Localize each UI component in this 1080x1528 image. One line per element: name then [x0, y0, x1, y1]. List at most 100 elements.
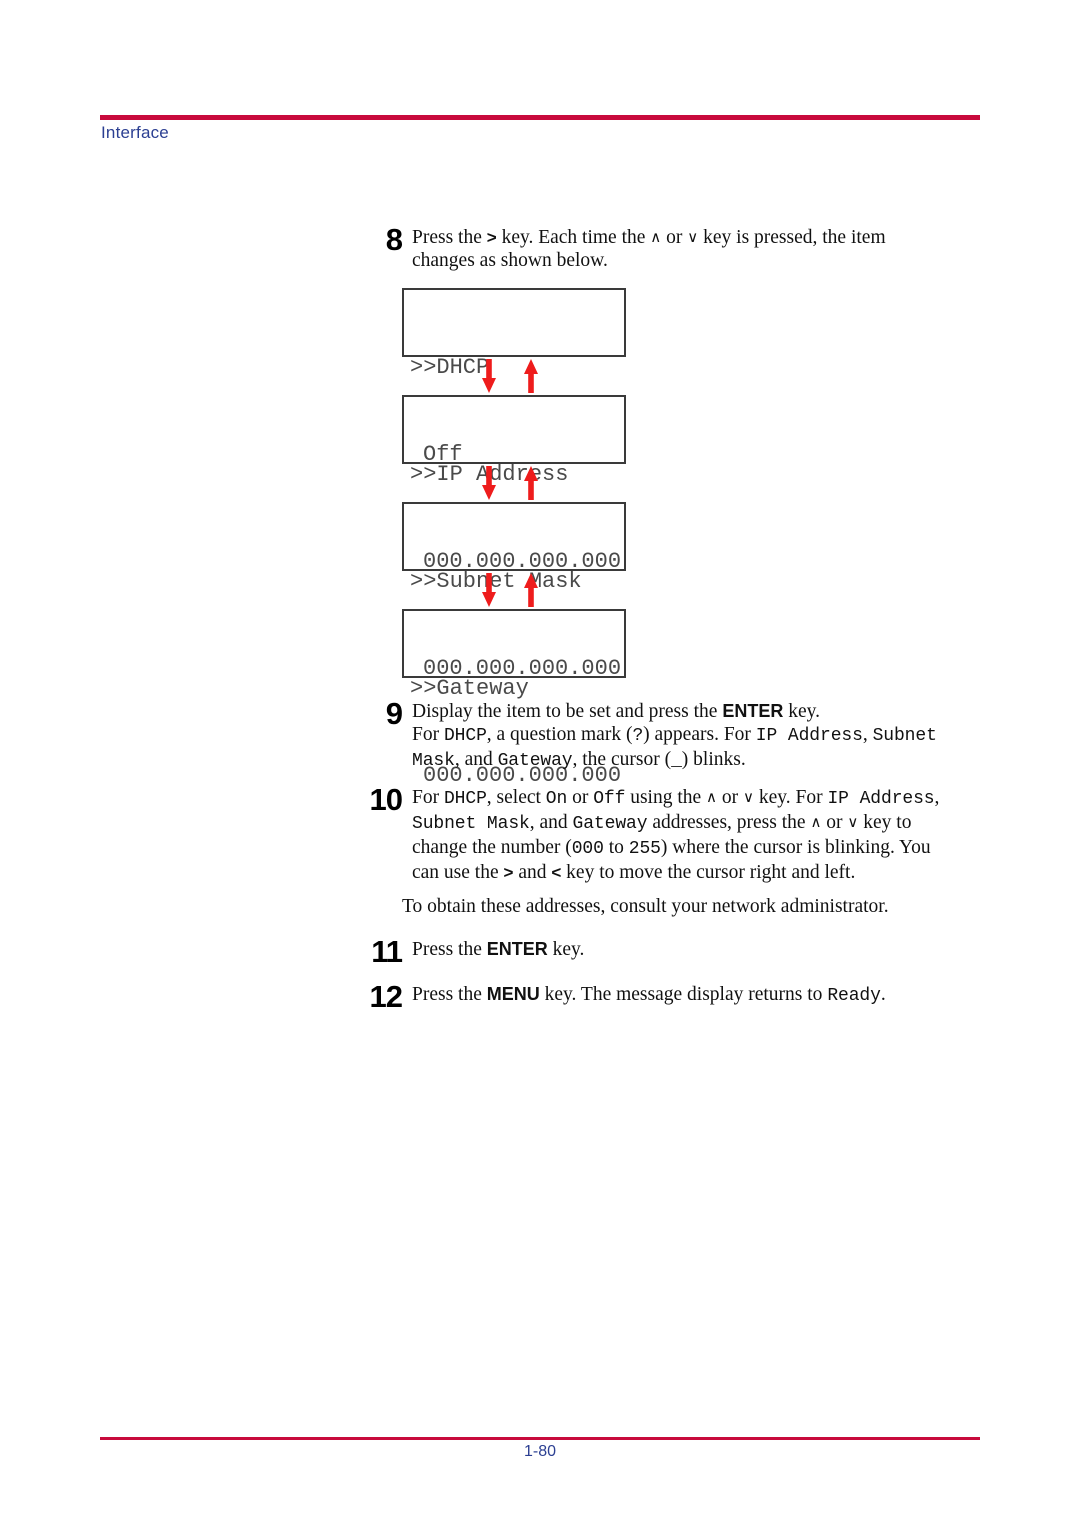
- lcd-screen-dhcp: >>DHCP Off: [402, 288, 626, 467]
- text-fragment: Press the: [412, 984, 487, 1005]
- step-12-number: 12: [369, 979, 403, 1014]
- step-11-number: 11: [371, 934, 403, 969]
- up-arrow-key-glyph: ∧: [706, 788, 718, 806]
- down-arrow-key-glyph: ∨: [847, 813, 859, 831]
- step-11-line-1: Press the ENTER key.: [412, 938, 1012, 961]
- down-arrow-key-glyph: ∨: [687, 228, 699, 246]
- step-12: 12 Press the MENU key. The message displ…: [346, 979, 1012, 1014]
- step-9-line-1: Display the item to be set and press the…: [412, 700, 1012, 723]
- arrow-pair-1: [402, 357, 626, 395]
- text-fragment: , select: [486, 787, 546, 808]
- step-10-line-3: change the number (000 to 255) where the…: [412, 836, 1012, 861]
- down-arrow-icon: [482, 359, 496, 393]
- up-arrow-icon: [524, 573, 538, 607]
- cursor-underscore-glyph: _: [671, 751, 682, 771]
- step-8-number: 8: [385, 222, 403, 257]
- text-fragment: key. The message display returns to: [539, 984, 828, 1005]
- mono-term: Gateway: [497, 751, 573, 771]
- mono-term: Gateway: [572, 814, 648, 834]
- mono-term: ?: [632, 726, 644, 746]
- down-arrow-key-glyph: ∨: [743, 788, 754, 806]
- step-9: 9 Display the item to be set and press t…: [346, 696, 1012, 773]
- mono-term: 000: [571, 839, 604, 859]
- text-fragment: key.: [783, 701, 820, 722]
- text-fragment: or: [661, 227, 688, 248]
- text-fragment: or: [717, 787, 744, 808]
- down-arrow-icon: [482, 573, 496, 607]
- mono-term: Subnet: [872, 726, 937, 746]
- header-rule: [100, 115, 980, 120]
- text-fragment: Press the: [412, 939, 487, 960]
- lcd-menu-flow-diagram: >>DHCP Off >>IP Address 000.000.000.000: [402, 288, 626, 788]
- step-9-line-3: Mask, and Gateway, the cursor (_) blinks…: [412, 748, 1012, 773]
- up-arrow-icon: [524, 466, 538, 500]
- footer-rule: [100, 1437, 980, 1440]
- text-fragment: , and: [529, 812, 573, 833]
- text-fragment: ) where the cursor is blinking. You: [660, 837, 931, 858]
- step-8: 8 Press the > key. Each time the ∧ or ∨ …: [346, 222, 1012, 272]
- text-fragment: key is pressed, the item: [698, 227, 886, 248]
- menu-key-label: MENU: [486, 984, 540, 1004]
- step-11: 11 Press the ENTER key.: [346, 934, 1012, 969]
- step-11-text: Press the ENTER key.: [412, 938, 1012, 961]
- greater-than-key-glyph: >: [503, 863, 514, 882]
- text-fragment: key to: [858, 812, 912, 833]
- step-8-line-1: Press the > key. Each time the ∧ or ∨ ke…: [412, 226, 1012, 249]
- down-arrow-icon: [482, 466, 496, 500]
- step-10-line-4: can use the > and < key to move the curs…: [412, 861, 1012, 884]
- step-10-number: 10: [369, 782, 403, 817]
- mono-term: DHCP: [443, 726, 487, 746]
- mono-term: 255: [628, 839, 661, 859]
- step-9-text: Display the item to be set and press the…: [412, 700, 1012, 773]
- text-fragment: or: [821, 812, 848, 833]
- step-10-line-1: For DHCP, select On or Off using the ∧ o…: [412, 786, 1012, 811]
- arrow-pair-3: [402, 571, 626, 609]
- text-fragment: For: [412, 787, 444, 808]
- text-fragment: and: [513, 862, 552, 883]
- text-fragment: addresses, press the: [647, 812, 811, 833]
- page-number: 1-80: [523, 1443, 557, 1460]
- up-arrow-icon: [524, 359, 538, 393]
- text-fragment: key.: [547, 939, 585, 960]
- up-arrow-key-glyph: ∧: [810, 813, 822, 831]
- text-fragment: Display the item to be set and press the: [412, 701, 723, 722]
- step-8-text: Press the > key. Each time the ∧ or ∨ ke…: [412, 226, 1012, 272]
- less-than-key-glyph: <: [551, 863, 562, 882]
- step-9-line-2: For DHCP, a question mark (?) appears. F…: [412, 723, 1012, 748]
- header-section-label: Interface: [101, 123, 169, 142]
- mono-term: Subnet Mask: [412, 814, 530, 834]
- text-fragment: ,: [862, 724, 873, 745]
- text-fragment: Press the: [412, 227, 487, 248]
- text-fragment: change the number (: [412, 837, 572, 858]
- text-fragment: , the cursor (: [572, 749, 672, 770]
- text-fragment: to: [603, 837, 629, 858]
- mono-term: On: [545, 789, 568, 809]
- arrow-pair-2: [402, 464, 626, 502]
- enter-key-label: ENTER: [722, 701, 784, 721]
- step-12-line-1: Press the MENU key. The message display …: [412, 983, 1012, 1008]
- mono-term: Ready: [827, 986, 881, 1006]
- step-8-line-2: changes as shown below.: [412, 250, 608, 271]
- up-arrow-key-glyph: ∧: [650, 228, 662, 246]
- text-fragment: or: [567, 787, 594, 808]
- text-fragment: , and: [454, 749, 498, 770]
- mono-term: Off: [593, 789, 626, 809]
- mono-term: IP Address: [755, 726, 863, 746]
- greater-than-key-glyph: >: [486, 228, 497, 247]
- text-fragment: , a question mark (: [486, 724, 633, 745]
- text-fragment: For: [412, 724, 444, 745]
- text-fragment: key to move the cursor right and left.: [561, 862, 856, 883]
- step-10-text: For DHCP, select On or Off using the ∧ o…: [412, 786, 1012, 884]
- document-page: Interface 8 Press the > key. Each time t…: [0, 0, 1080, 1528]
- enter-key-label: ENTER: [486, 939, 548, 959]
- step-9-number: 9: [385, 696, 403, 731]
- mono-term: Mask: [412, 751, 455, 771]
- step-10-line-2: Subnet Mask, and Gateway addresses, pres…: [412, 811, 1012, 836]
- text-fragment: can use the: [412, 862, 504, 883]
- text-fragment: key. Each time the: [496, 227, 651, 248]
- mono-term: DHCP: [443, 789, 487, 809]
- text-fragment: .: [880, 984, 886, 1005]
- text-fragment: ) appears. For: [643, 724, 756, 745]
- step-12-text: Press the MENU key. The message display …: [412, 983, 1012, 1008]
- text-fragment: using the: [625, 787, 707, 808]
